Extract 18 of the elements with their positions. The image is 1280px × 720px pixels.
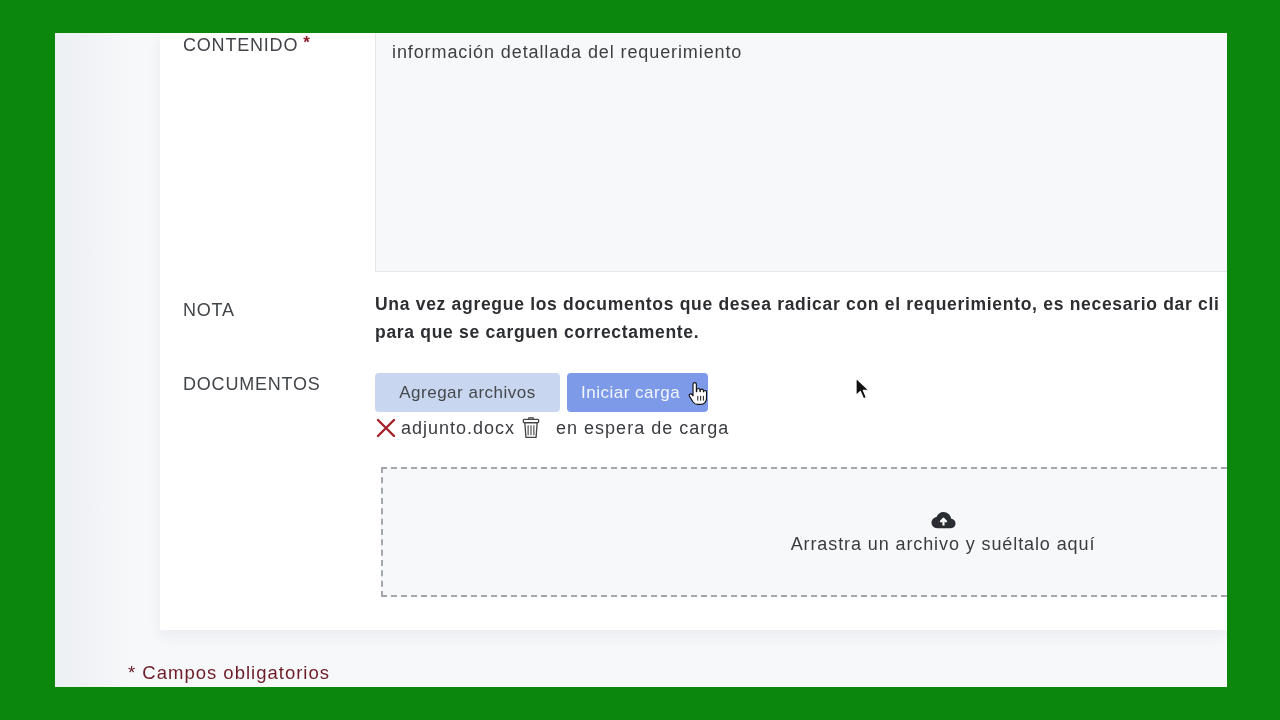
required-mark: * bbox=[303, 35, 310, 51]
file-dropzone[interactable]: Arrastra un archivo y suéltalo aquí bbox=[381, 467, 1227, 597]
required-fields-note: * Campos obligatorios bbox=[128, 663, 330, 683]
field-label: NOTA bbox=[183, 300, 235, 320]
content-textarea[interactable]: información detallada del requerimiento bbox=[375, 33, 1227, 272]
field-label: DOCUMENTOS bbox=[183, 374, 321, 394]
arrow-cursor-icon bbox=[855, 377, 870, 400]
remove-x-icon bbox=[376, 418, 396, 438]
hand-cursor-icon bbox=[688, 381, 707, 406]
file-name: adjunto.docx bbox=[401, 418, 516, 438]
trash-icon bbox=[522, 417, 541, 439]
note-text: Una vez agregue los documentos que desea radicar con el requerimiento, es necesario dar cli bbox=[375, 293, 1220, 316]
add-files-button[interactable]: Agregar archivos bbox=[375, 373, 560, 412]
field-label: CONTENIDO bbox=[183, 35, 299, 55]
dropzone-text: Arrastra un archivo y suéltalo aquí bbox=[790, 533, 1096, 554]
note-text: para que se carguen correctamente. bbox=[375, 321, 700, 344]
upload-status: en espera de carga bbox=[556, 418, 730, 438]
cloud-upload-icon bbox=[930, 510, 956, 529]
